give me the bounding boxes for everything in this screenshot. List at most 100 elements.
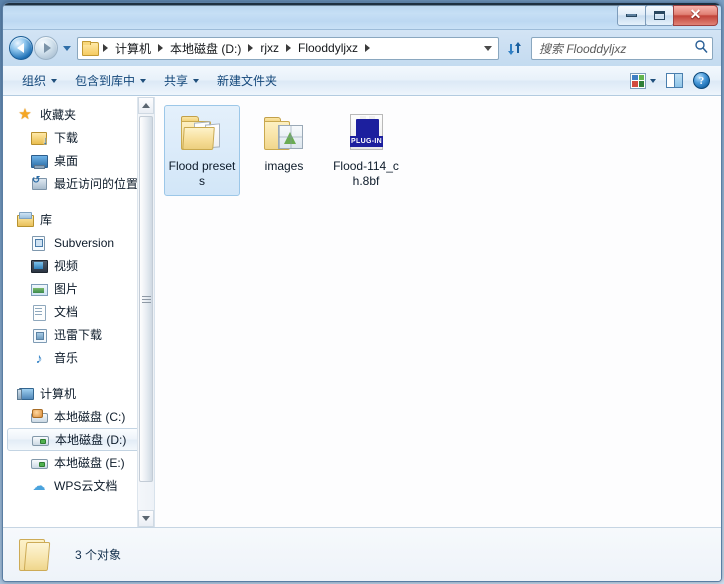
chevron-down-icon — [193, 78, 200, 83]
preview-pane-button[interactable] — [661, 70, 688, 91]
forward-button[interactable] — [34, 36, 58, 60]
minimize-button[interactable] — [617, 5, 646, 26]
drive-icon — [31, 455, 48, 471]
sidebar-item-label: 视频 — [54, 259, 79, 273]
folder-with-documents-icon — [178, 111, 226, 155]
sidebar-item-drive-d[interactable]: 本地磁盘 (D:) — [7, 428, 150, 451]
folder-icon — [17, 537, 57, 573]
breadcrumb-item-3[interactable]: Flooddyljxz — [295, 39, 361, 57]
maximize-icon — [654, 11, 665, 20]
chevron-down-icon — [140, 78, 147, 83]
title-bar: ✕ — [3, 3, 721, 30]
photoshop-plugin-icon: PLUG-IN — [342, 111, 390, 155]
help-icon: ? — [693, 72, 710, 89]
chevron-down-icon — [650, 78, 656, 83]
sidebar-scrollbar[interactable] — [137, 97, 154, 527]
recent-places-icon — [31, 175, 47, 192]
file-item-images[interactable]: images — [246, 105, 322, 196]
file-item-flood-presets[interactable]: Flood presets — [164, 105, 240, 196]
maximize-button[interactable] — [645, 5, 674, 26]
sidebar-item-documents[interactable]: 文档 — [3, 300, 154, 323]
sidebar-item-label: 桌面 — [54, 154, 79, 168]
breadcrumb-separator — [248, 44, 254, 52]
search-icon — [694, 39, 708, 58]
videos-icon — [31, 258, 48, 274]
view-layout-icon — [630, 72, 646, 89]
address-bar[interactable]: 计算机 本地磁盘 (D:) rjxz Flooddyljxz — [77, 36, 499, 60]
sidebar-item-wps-cloud[interactable]: ☁ WPS云文档 — [3, 474, 154, 497]
back-button[interactable] — [9, 36, 33, 60]
sidebar-item-label: WPS云文档 — [54, 479, 118, 493]
sidebar-item-xunlei[interactable]: 迅雷下载 — [3, 323, 154, 346]
file-list-view[interactable]: Flood presets images PLUG-IN Flood-114_c… — [155, 97, 721, 527]
change-view-button[interactable] — [625, 70, 661, 92]
sidebar-item-label: 最近访问的位置 — [54, 177, 139, 191]
sidebar-item-drive-e[interactable]: 本地磁盘 (E:) — [3, 451, 154, 474]
command-toolbar: 组织 包含到库中 共享 新建文件夹 ? — [3, 66, 721, 96]
address-dropdown-button[interactable] — [479, 38, 496, 59]
close-icon: ✕ — [689, 7, 702, 23]
sidebar-item-drive-c[interactable]: 本地磁盘 (C:) — [3, 405, 154, 428]
file-item-label: images — [264, 159, 304, 173]
breadcrumb-item-0[interactable]: 计算机 — [112, 38, 154, 59]
sidebar-item-label: 下载 — [54, 131, 79, 145]
sidebar-item-label: 图片 — [54, 282, 79, 296]
sidebar-group-label: 计算机 — [40, 387, 77, 401]
triangle-up-icon — [142, 103, 150, 108]
triangle-down-icon — [142, 516, 150, 521]
refresh-button[interactable] — [502, 37, 526, 60]
sidebar-item-downloads[interactable]: 下载 — [3, 126, 154, 149]
new-folder-button[interactable]: 新建文件夹 — [208, 68, 286, 93]
scroll-up-button[interactable] — [138, 97, 154, 114]
sidebar-group-libraries[interactable]: 库 — [3, 208, 154, 231]
back-arrow-icon — [16, 43, 24, 53]
sidebar-group-favorites[interactable]: ★ 收藏夹 — [3, 103, 154, 126]
subversion-icon — [31, 235, 47, 251]
star-icon: ★ — [18, 105, 32, 123]
cloud-icon: ☁ — [32, 477, 46, 493]
sidebar-item-recent-places[interactable]: 最近访问的位置 — [3, 172, 154, 195]
breadcrumb-item-1[interactable]: 本地磁盘 (D:) — [167, 38, 244, 59]
chevron-down-icon — [63, 45, 71, 51]
organize-button[interactable]: 组织 — [13, 68, 66, 93]
address-bar-row: 计算机 本地磁盘 (D:) rjxz Flooddyljxz 搜索 Floodd… — [3, 30, 721, 66]
sidebar-item-label: 本地磁盘 (E:) — [54, 456, 125, 470]
sidebar-item-videos[interactable]: 视频 — [3, 254, 154, 277]
breadcrumb-separator — [365, 44, 371, 52]
scroll-down-button[interactable] — [138, 510, 154, 527]
file-item-flood-plugin[interactable]: PLUG-IN Flood-114_ch.8bf — [328, 105, 404, 196]
sidebar-group-computer[interactable]: 计算机 — [3, 382, 154, 405]
file-item-label: Flood presets — [168, 159, 236, 188]
sidebar-item-label: 本地磁盘 (D:) — [55, 433, 127, 447]
sidebar-item-music[interactable]: ♪ 音乐 — [3, 346, 154, 369]
search-box[interactable]: 搜索 Flooddyljxz — [531, 36, 713, 60]
sidebar-group-label: 收藏夹 — [40, 108, 77, 122]
search-input[interactable]: 搜索 Flooddyljxz — [539, 40, 694, 57]
downloads-icon — [31, 130, 48, 147]
recent-locations-button[interactable] — [60, 45, 74, 51]
scrollbar-thumb[interactable] — [139, 116, 153, 482]
help-button[interactable]: ? — [688, 69, 715, 92]
documents-icon — [31, 304, 47, 321]
folder-with-picture-icon — [260, 111, 308, 155]
breadcrumb-item-2[interactable]: rjxz — [257, 39, 282, 57]
include-in-library-button[interactable]: 包含到库中 — [66, 68, 155, 93]
sidebar-item-label: 文档 — [54, 305, 79, 319]
library-icon — [17, 211, 34, 228]
sidebar-item-label: 音乐 — [54, 351, 79, 365]
explorer-window: ✕ 计算机 本地磁盘 (D:) rjxz Flooddyljxz 搜索 Floo… — [2, 2, 722, 582]
new-folder-label: 新建文件夹 — [217, 74, 278, 88]
sidebar-item-label: 迅雷下载 — [54, 328, 103, 342]
navigation-pane: ★ 收藏夹 下载 桌面 最近访问的位置 库 Subver — [3, 97, 155, 527]
sidebar-item-subversion[interactable]: Subversion — [3, 231, 154, 254]
include-in-library-label: 包含到库中 — [75, 74, 136, 88]
minimize-icon — [626, 14, 637, 17]
share-button[interactable]: 共享 — [155, 68, 208, 93]
sidebar-item-pictures[interactable]: 图片 — [3, 277, 154, 300]
sidebar-item-desktop[interactable]: 桌面 — [3, 149, 154, 172]
desktop-icon — [31, 153, 48, 169]
close-button[interactable]: ✕ — [673, 5, 718, 26]
breadcrumb-separator — [103, 44, 108, 52]
computer-icon — [17, 386, 34, 402]
chevron-down-icon — [51, 78, 58, 83]
